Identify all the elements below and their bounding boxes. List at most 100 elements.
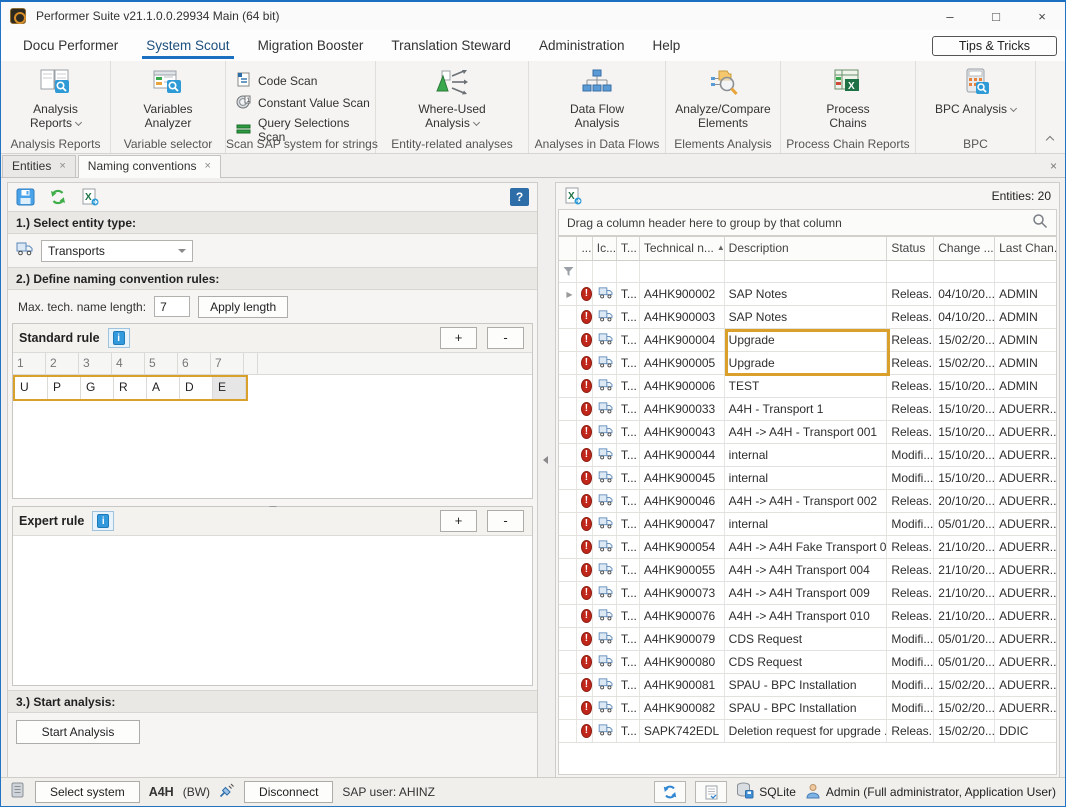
excel-export-icon[interactable]: X	[564, 187, 582, 205]
rule-letter-cell[interactable]: U	[15, 377, 48, 399]
help-icon[interactable]: ?	[510, 188, 529, 206]
column-header-last-changed[interactable]: Last Chan...	[995, 237, 1056, 260]
sync-button[interactable]	[654, 781, 686, 803]
analysis-reports-button[interactable]: Analysis Reports	[1, 66, 110, 131]
table-row[interactable]: !T...A4HK900033A4H - Transport 1Releas..…	[559, 398, 1056, 421]
log-icon[interactable]	[695, 781, 727, 803]
select-system-button[interactable]: Select system	[35, 781, 140, 803]
save-icon[interactable]	[16, 188, 35, 206]
expert-rule-empty-area[interactable]	[13, 536, 532, 685]
collapse-left-icon[interactable]	[543, 456, 548, 464]
rule-letter-cell[interactable]: P	[48, 377, 81, 399]
table-row[interactable]: !T...A4HK900055A4H -> A4H Transport 004R…	[559, 559, 1056, 582]
max-length-input[interactable]	[154, 296, 190, 317]
column-header-technical-name[interactable]: Technical n...▲	[640, 237, 725, 260]
table-row[interactable]: !T...A4HK900073A4H -> A4H Transport 009R…	[559, 582, 1056, 605]
bpc-analysis-button[interactable]: BPC Analysis	[916, 66, 1035, 116]
search-icon[interactable]	[1032, 213, 1048, 232]
cell-change-date: 04/10/20...	[934, 306, 995, 328]
error-icon: !	[581, 425, 592, 439]
splitter-handle[interactable]	[8, 499, 537, 506]
apply-length-button[interactable]: Apply length	[198, 296, 288, 318]
column-header-icon[interactable]: Ic...	[593, 237, 617, 260]
info-icon[interactable]: i	[92, 511, 114, 531]
tips-tricks-button[interactable]: Tips & Tricks	[932, 36, 1057, 56]
menu-translation-steward[interactable]: Translation Steward	[377, 32, 525, 59]
table-row[interactable]: !T...A4HK900045internalModifi...15/10/20…	[559, 467, 1056, 490]
column-header-description[interactable]: Description	[725, 237, 888, 260]
system-icon	[10, 782, 26, 802]
cell-last-changed-by: ADUERR...	[995, 628, 1056, 650]
expert-rule-add-button[interactable]: +	[440, 510, 477, 532]
filter-row[interactable]	[559, 261, 1056, 283]
menu-administration[interactable]: Administration	[525, 32, 639, 59]
menu-help[interactable]: Help	[638, 32, 694, 59]
table-row[interactable]: !T...A4HK900076A4H -> A4H Transport 010R…	[559, 605, 1056, 628]
rule-letter-cell[interactable]: A	[147, 377, 180, 399]
column-header-dots[interactable]: ...	[577, 237, 593, 260]
table-row[interactable]: !T...A4HK900005UpgradeReleas...15/02/20.…	[559, 352, 1056, 375]
table-row[interactable]: !T...A4HK900047internalModifi...05/01/20…	[559, 513, 1056, 536]
excel-export-icon[interactable]: X	[81, 188, 99, 206]
rule-letter-cell[interactable]: D	[180, 377, 213, 399]
table-row[interactable]: !T...A4HK900046A4H -> A4H - Transport 00…	[559, 490, 1056, 513]
expert-rule-remove-button[interactable]: -	[487, 510, 524, 532]
standard-rule-remove-button[interactable]: -	[487, 327, 524, 349]
table-row[interactable]: !T...A4HK900006TESTReleas...15/10/20...A…	[559, 375, 1056, 398]
menu-system-scout[interactable]: System Scout	[132, 32, 243, 59]
column-header-expand[interactable]	[559, 237, 577, 260]
cell-status: Releas...	[887, 490, 934, 512]
cell-change-date: 15/02/20...	[934, 674, 995, 696]
code-scan-item[interactable]: Code Scan	[236, 70, 375, 92]
standard-rule-empty-area[interactable]	[13, 403, 532, 498]
tab-entities[interactable]: Entities ×	[2, 155, 76, 177]
column-header-change[interactable]: Change ...	[934, 237, 995, 260]
table-row[interactable]: !T...A4HK900044internalModifi...15/10/20…	[559, 444, 1056, 467]
panel-splitter[interactable]	[539, 180, 554, 777]
entity-type-dropdown[interactable]: Transports	[41, 240, 193, 262]
filter-icon[interactable]	[559, 261, 577, 282]
data-flow-button[interactable]: Data Flow Analysis	[529, 66, 665, 131]
maximize-button[interactable]: □	[973, 2, 1019, 30]
rule-letter-cell[interactable]: R	[114, 377, 147, 399]
rule-letter-cell[interactable]: E	[213, 377, 246, 399]
row-expand-icon[interactable]: ▶	[566, 290, 572, 299]
process-chains-button[interactable]: X Process Chains	[781, 66, 915, 131]
menu-docu-performer[interactable]: Docu Performer	[9, 32, 132, 59]
table-row[interactable]: !T...A4HK900004UpgradeReleas...15/02/20.…	[559, 329, 1056, 352]
tab-close-icon[interactable]: ×	[59, 160, 65, 172]
where-used-button[interactable]: Where-Used Analysis	[376, 66, 528, 131]
column-header-status[interactable]: Status	[887, 237, 934, 260]
ribbon-caption-bpc: BPC	[916, 137, 1035, 151]
info-icon[interactable]: i	[108, 328, 130, 348]
table-row[interactable]: !T...A4HK900003SAP NotesReleas...04/10/2…	[559, 306, 1056, 329]
variables-analyzer-button[interactable]: Variables Analyzer	[111, 66, 225, 131]
close-button[interactable]: ×	[1019, 2, 1065, 30]
refresh-icon[interactable]	[49, 188, 67, 206]
constant-value-scan-item[interactable]: 1 Constant Value Scan	[236, 92, 375, 114]
tab-close-icon[interactable]: ×	[205, 160, 211, 172]
minimize-button[interactable]: –	[927, 2, 973, 30]
tab-naming-conventions[interactable]: Naming conventions ×	[78, 155, 221, 178]
start-analysis-button[interactable]: Start Analysis	[16, 720, 140, 744]
table-row[interactable]: !T...A4HK900043A4H -> A4H - Transport 00…	[559, 421, 1056, 444]
table-row[interactable]: !T...A4HK900079CDS RequestModifi...05/01…	[559, 628, 1056, 651]
rule-letter-cell[interactable]: G	[81, 377, 114, 399]
disconnect-button[interactable]: Disconnect	[244, 781, 333, 803]
table-row[interactable]: ▶!T...A4HK900002SAP NotesReleas...04/10/…	[559, 283, 1056, 306]
cell-type: T...	[617, 605, 640, 627]
table-row[interactable]: !T...A4HK900082SPAU - BPC InstallationMo…	[559, 697, 1056, 720]
standard-rule-add-button[interactable]: +	[440, 327, 477, 349]
menu-migration-booster[interactable]: Migration Booster	[244, 32, 378, 59]
collapse-ribbon-icon[interactable]	[1046, 136, 1054, 144]
column-header-type[interactable]: T...	[617, 237, 640, 260]
analyze-compare-button[interactable]: Analyze/Compare Elements	[666, 66, 780, 131]
tabstrip-close-icon[interactable]: ×	[1050, 159, 1057, 173]
table-row[interactable]: !T...A4HK900080CDS RequestModifi...05/01…	[559, 651, 1056, 674]
cell-status: Releas...	[887, 421, 934, 443]
group-by-bar[interactable]: Drag a column header here to group by th…	[558, 209, 1057, 236]
table-row[interactable]: !T...A4HK900054A4H -> A4H Fake Transport…	[559, 536, 1056, 559]
cell-description: Upgrade	[725, 329, 888, 351]
table-row[interactable]: !T...A4HK900081SPAU - BPC InstallationMo…	[559, 674, 1056, 697]
table-row[interactable]: !T...SAPK742EDLDeletion request for upgr…	[559, 720, 1056, 743]
